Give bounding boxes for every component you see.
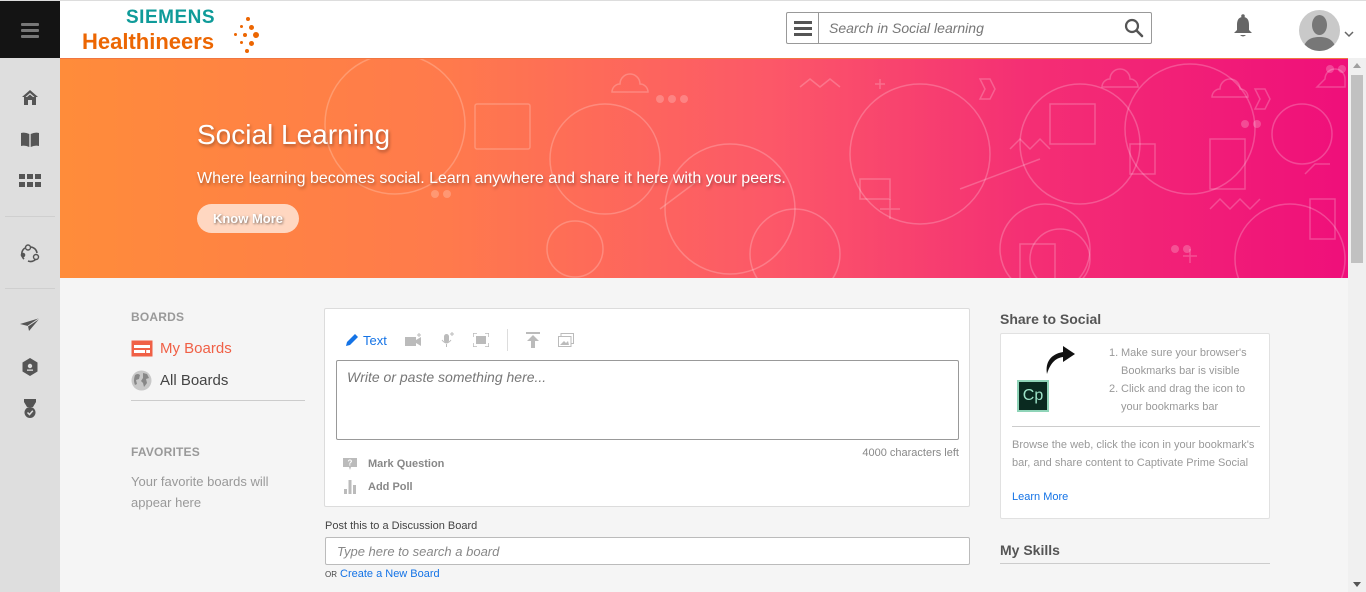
add-audio-button[interactable] — [441, 332, 455, 348]
favorites-empty-text: Your favorite boards will appear here — [131, 474, 269, 510]
search-icon — [1124, 18, 1144, 38]
microphone-add-icon — [441, 332, 454, 347]
all-boards-link[interactable]: All Boards — [131, 370, 306, 390]
text-tab-label: Text — [363, 332, 387, 348]
logo-healthineers-text: Healthineers — [82, 29, 215, 54]
boards-divider — [131, 400, 305, 401]
pencil-icon — [346, 334, 358, 346]
main-menu-button[interactable] — [0, 1, 60, 59]
poll-icon — [343, 480, 357, 494]
my-boards-label: My Boards — [160, 339, 232, 357]
search-filter-button[interactable] — [787, 13, 819, 43]
badge-hexagon-icon — [22, 358, 38, 376]
user-silhouette-icon — [1303, 15, 1336, 51]
my-skills-heading: My Skills — [1000, 542, 1060, 558]
social-network-icon — [20, 244, 40, 263]
add-poll-label: Add Poll — [368, 481, 413, 493]
user-menu-chevron[interactable] — [1344, 25, 1354, 43]
or-text: OR — [325, 570, 337, 579]
create-board-line: OR Create a New Board — [325, 568, 440, 580]
composer-toolbar: Text — [345, 329, 574, 351]
nav-divider — [5, 288, 55, 289]
text-tab[interactable]: Text — [345, 333, 387, 348]
banner-pattern-illustration — [324, 59, 1346, 278]
upload-button[interactable] — [525, 332, 540, 348]
post-textarea[interactable] — [336, 360, 959, 440]
banner-subtitle: Where learning becomes social. Learn any… — [197, 170, 786, 187]
page-scrollbar[interactable] — [1348, 58, 1366, 592]
grid-icon — [19, 174, 41, 187]
create-new-board-link[interactable]: Create a New Board — [340, 568, 440, 580]
book-icon — [21, 132, 39, 147]
boards-sidebar: BOARDS My Boards All Boards FAVORITES Yo… — [131, 310, 306, 513]
search-input[interactable] — [819, 13, 1117, 43]
scroll-up-arrow-icon[interactable] — [1353, 63, 1361, 68]
nav-apps[interactable] — [19, 170, 41, 192]
upload-icon — [525, 332, 540, 348]
nav-home[interactable] — [19, 87, 41, 109]
globe-icon — [131, 370, 154, 390]
banner-title: Social Learning — [197, 119, 391, 150]
list-icon — [793, 18, 812, 39]
hero-banner: Social Learning Where learning becomes s… — [60, 58, 1348, 278]
toolbar-divider — [506, 329, 508, 351]
user-avatar[interactable] — [1299, 10, 1340, 51]
add-video-button[interactable] — [404, 333, 423, 347]
hamburger-icon — [21, 20, 39, 41]
question-icon: ? — [343, 457, 357, 471]
paper-plane-icon — [20, 318, 40, 331]
nav-share[interactable] — [19, 314, 41, 336]
add-poll-option[interactable]: Add Poll — [343, 480, 413, 494]
my-boards-link[interactable]: My Boards — [131, 338, 306, 358]
home-icon — [22, 90, 38, 105]
curved-arrow-icon — [1043, 342, 1079, 379]
search-button[interactable] — [1117, 13, 1151, 43]
captivate-bookmarklet-icon[interactable]: Cp — [1017, 380, 1049, 412]
share-step: 2. Click and drag the icon to your bookm… — [1109, 383, 1246, 413]
characters-left-counter: 4000 characters left — [862, 447, 959, 459]
search-bar — [786, 12, 1152, 44]
screen-capture-button[interactable] — [472, 333, 489, 347]
boards-heading: BOARDS — [131, 310, 185, 324]
nav-skills[interactable] — [19, 356, 41, 378]
top-header: SIEMENS Healthineers — [0, 0, 1366, 59]
gallery-button[interactable] — [557, 333, 574, 347]
share-to-social-heading: Share to Social — [1000, 311, 1102, 327]
mark-question-option[interactable]: ? Mark Question — [343, 457, 444, 471]
post-to-board-label: Post this to a Discussion Board — [325, 520, 478, 532]
bell-icon — [1234, 14, 1252, 37]
chevron-down-icon — [1344, 31, 1354, 38]
learn-more-link[interactable]: Learn More — [1012, 491, 1068, 503]
scroll-down-arrow-icon[interactable] — [1353, 582, 1361, 587]
svg-text:?: ? — [348, 459, 353, 468]
know-more-button[interactable]: Know More — [197, 204, 299, 233]
medal-icon — [24, 399, 36, 418]
gallery-icon — [557, 333, 574, 347]
board-icon — [131, 338, 154, 358]
all-boards-label: All Boards — [160, 371, 229, 389]
notifications-button[interactable] — [1232, 13, 1254, 44]
favorites-heading: FAVORITES — [131, 445, 200, 459]
share-to-social-card: Cp 1. Make sure your browser's Bookmarks… — [1000, 333, 1270, 519]
post-composer: Text Write or paste something here... 40… — [324, 308, 970, 507]
nav-divider — [5, 216, 55, 217]
nav-achievements[interactable] — [19, 398, 41, 420]
logo-siemens-text: SIEMENS — [126, 7, 216, 28]
share-steps: 1. Make sure your browser's Bookmarks ba… — [1109, 344, 1249, 416]
logo-dots-icon — [232, 15, 268, 55]
share-card-divider — [1012, 426, 1260, 427]
scroll-thumb[interactable] — [1351, 75, 1363, 263]
my-skills-divider — [1000, 563, 1270, 564]
video-add-icon — [404, 333, 421, 346]
share-description: Browse the web, click the icon in your b… — [1012, 439, 1255, 469]
nav-social[interactable] — [19, 243, 41, 265]
share-step: 1. Make sure your browser's Bookmarks ba… — [1109, 347, 1247, 377]
left-navigation — [0, 58, 60, 592]
mark-question-label: Mark Question — [368, 458, 445, 470]
board-search-input[interactable] — [325, 537, 970, 565]
nav-catalog[interactable] — [19, 129, 41, 151]
screen-capture-icon — [472, 333, 489, 347]
